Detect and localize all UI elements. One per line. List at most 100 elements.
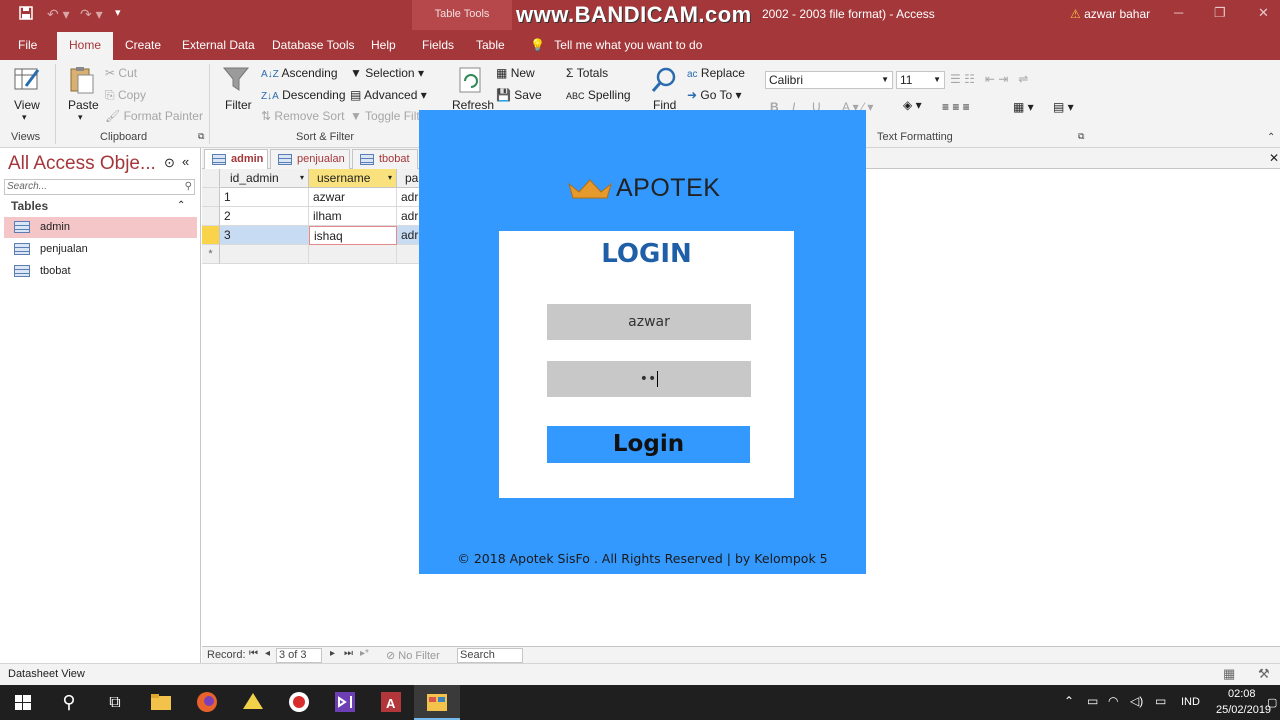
volume-icon[interactable]: ◁): [1130, 694, 1143, 708]
list-icons[interactable]: ☰ ☷ ⇤ ⇥ ⇌: [950, 72, 1028, 86]
close-document-icon[interactable]: ✕: [1269, 151, 1279, 165]
nav-item-admin[interactable]: admin: [4, 217, 197, 238]
task-view-icon[interactable]: ⧉: [92, 685, 138, 720]
cell[interactable]: azwar: [309, 188, 397, 207]
clock-time[interactable]: 02:08: [1228, 688, 1256, 700]
font-family-select[interactable]: Calibri ▼: [765, 71, 893, 89]
collapse-ribbon-icon[interactable]: ⌃: [1267, 132, 1275, 143]
clock-date[interactable]: 25/02/2019: [1216, 704, 1271, 716]
minimize-icon[interactable]: ─: [1174, 5, 1183, 20]
login-button[interactable]: Login: [547, 426, 750, 463]
alternate-row-icon[interactable]: ▤ ▾: [1053, 100, 1074, 114]
notifications-icon[interactable]: ▢: [1267, 696, 1277, 709]
replace-button[interactable]: ac Replace: [687, 66, 745, 80]
maximize-icon[interactable]: ❐: [1214, 5, 1226, 21]
new-row-cell[interactable]: [220, 245, 309, 264]
doctab-penjualan[interactable]: penjualan: [270, 149, 350, 169]
format-painter-button[interactable]: 🖌 Format Painter: [105, 109, 203, 123]
cut-button[interactable]: ✂ Cut: [105, 66, 137, 80]
new-record-nav-icon[interactable]: ▸*: [360, 648, 369, 659]
spelling-button[interactable]: ABC Spelling: [566, 88, 631, 102]
user-account[interactable]: ⚠ azwar bahar: [1070, 7, 1150, 21]
dialog-launcher-icon[interactable]: ⧉: [1078, 131, 1084, 142]
form-app-icon[interactable]: [414, 685, 460, 720]
search-icon[interactable]: ⚲: [46, 685, 92, 720]
chevron-up-icon[interactable]: ⌃: [177, 200, 185, 211]
chevron-up-icon[interactable]: ⌃: [1064, 694, 1074, 708]
doctab-tbobat[interactable]: tbobat: [352, 149, 418, 169]
cell-active[interactable]: ishaq: [309, 226, 397, 245]
font-size-select[interactable]: 11 ▼: [896, 71, 945, 89]
dialog-launcher-icon[interactable]: ⧉: [198, 131, 204, 142]
design-view-icon[interactable]: ⚒: [1258, 666, 1270, 682]
customize-qat-icon[interactable]: ▾: [115, 6, 121, 19]
doctab-admin[interactable]: admin: [204, 149, 268, 169]
ascending-button[interactable]: A↓Z Ascending: [261, 66, 338, 80]
copy-button[interactable]: ⎘ Copy: [105, 88, 146, 103]
tell-me-search[interactable]: 💡 Tell me what you want to do: [530, 38, 702, 52]
cell[interactable]: 2: [220, 207, 309, 226]
toggle-filter-button[interactable]: ▼ Toggle Filt: [350, 109, 420, 123]
filter-button[interactable]: Filter: [225, 98, 252, 112]
message-icon[interactable]: ▭: [1155, 694, 1166, 708]
redo-icon[interactable]: ↷ ▾: [80, 6, 103, 23]
first-record-icon[interactable]: ⏮: [249, 648, 258, 659]
nav-section-tables[interactable]: Tables: [11, 199, 48, 213]
datasheet-view-icon[interactable]: ▦: [1223, 666, 1235, 682]
undo-icon[interactable]: ↶ ▾: [47, 6, 70, 23]
align-icons[interactable]: ≡ ≡ ≡: [942, 100, 970, 114]
tab-file[interactable]: File: [18, 38, 37, 52]
next-record-icon[interactable]: ▸: [330, 648, 335, 659]
record-position-input[interactable]: 3 of 3: [276, 648, 322, 663]
close-icon[interactable]: ✕: [1258, 5, 1269, 21]
nav-title[interactable]: All Access Obje...: [8, 153, 156, 175]
row-selector[interactable]: [202, 207, 220, 226]
tab-home[interactable]: Home: [57, 32, 114, 60]
tab-fields[interactable]: Fields: [422, 38, 454, 52]
notes-app-icon[interactable]: [230, 685, 276, 720]
nav-search-input[interactable]: Search... ⚲: [4, 179, 195, 195]
gridlines-icon[interactable]: ▦ ▾: [1013, 100, 1034, 114]
row-selector-current[interactable]: [202, 226, 220, 245]
wifi-icon[interactable]: ◠: [1108, 694, 1118, 708]
cell[interactable]: 3: [220, 226, 309, 245]
chevron-down-icon[interactable]: ▾: [388, 169, 392, 187]
tab-external-data[interactable]: External Data: [182, 38, 255, 52]
cell[interactable]: ilham: [309, 207, 397, 226]
search-icon[interactable]: ⚲: [185, 180, 192, 194]
row-selector[interactable]: [202, 188, 220, 207]
view-dropdown-icon[interactable]: ▾: [22, 112, 27, 123]
prev-record-icon[interactable]: ◂: [265, 648, 270, 659]
view-button[interactable]: View: [14, 98, 40, 112]
new-row-cell[interactable]: [309, 245, 397, 264]
tab-create[interactable]: Create: [125, 38, 161, 52]
chevron-down-icon[interactable]: ▾: [300, 169, 304, 187]
select-all-corner[interactable]: [202, 169, 220, 188]
new-row-selector[interactable]: *: [202, 245, 220, 264]
record-app-icon[interactable]: [276, 685, 322, 720]
start-button[interactable]: [0, 685, 46, 720]
username-field[interactable]: azwar: [547, 304, 751, 340]
paste-dropdown-icon[interactable]: ▾: [78, 112, 83, 123]
goto-button[interactable]: ➜ Go To ▾: [687, 88, 742, 102]
filter-indicator[interactable]: ⊘ No Filter: [386, 649, 440, 662]
record-search-input[interactable]: Search: [457, 648, 523, 663]
descending-button[interactable]: Z↓A Descending: [261, 88, 346, 102]
new-record-button[interactable]: ▦ New: [496, 66, 535, 80]
nav-item-penjualan[interactable]: penjualan: [4, 239, 197, 260]
save-icon[interactable]: [19, 6, 33, 23]
remove-sort-button[interactable]: ⇅ Remove Sort: [261, 109, 344, 123]
battery-icon[interactable]: ▭: [1087, 694, 1098, 708]
tab-help[interactable]: Help: [371, 38, 396, 52]
firefox-icon[interactable]: [184, 685, 230, 720]
advanced-button[interactable]: ▤ Advanced ▾: [350, 88, 427, 102]
save-record-button[interactable]: 💾 Save: [496, 88, 542, 102]
nav-item-tbobat[interactable]: tbobat: [4, 261, 197, 282]
paste-button[interactable]: Paste: [68, 98, 99, 112]
last-record-icon[interactable]: ⏭: [344, 648, 353, 659]
password-field[interactable]: ••: [547, 361, 751, 397]
language-indicator[interactable]: IND: [1181, 696, 1200, 708]
tab-database-tools[interactable]: Database Tools: [272, 38, 355, 52]
totals-button[interactable]: Σ Totals: [566, 66, 608, 80]
tab-table[interactable]: Table: [476, 38, 505, 52]
